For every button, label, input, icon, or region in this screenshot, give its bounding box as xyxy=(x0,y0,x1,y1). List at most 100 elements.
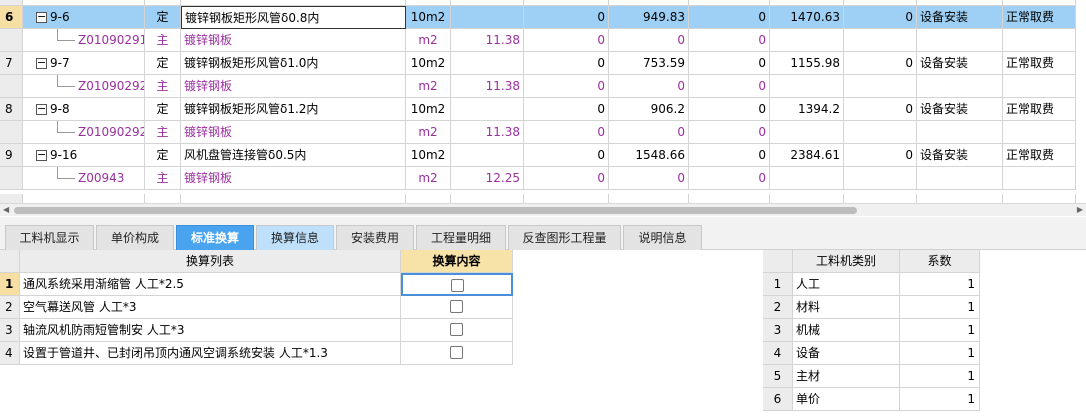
row-number[interactable]: 9 xyxy=(0,144,23,167)
row-number[interactable]: 8 xyxy=(0,98,23,121)
value-cell[interactable]: 0 xyxy=(524,6,609,29)
coefficient-row[interactable]: 1 人工 1 xyxy=(763,273,980,296)
row-number[interactable] xyxy=(0,75,23,98)
unit-price-cell[interactable]: 0 xyxy=(609,167,689,190)
total-price-cell[interactable] xyxy=(770,121,844,144)
scrollbar-thumb[interactable] xyxy=(14,207,857,214)
name-cell[interactable]: 风机盘管连接管δ0.5内 xyxy=(181,144,406,167)
fee-cell[interactable] xyxy=(1003,167,1076,190)
coefficient-row[interactable]: 2 材料 1 xyxy=(763,296,980,319)
code-cell[interactable]: −9-7 xyxy=(23,52,145,75)
quantity-cell[interactable]: 12.25 xyxy=(451,167,524,190)
coefficient-cell[interactable]: 1 xyxy=(900,365,980,388)
unit-price-cell[interactable]: 0 xyxy=(609,121,689,144)
quantity-cell[interactable] xyxy=(451,6,524,29)
value-cell[interactable]: 0 xyxy=(524,121,609,144)
unit-cell[interactable]: 10m2 xyxy=(406,144,451,167)
name-cell[interactable]: 镀锌钢板矩形风管δ0.8内 xyxy=(181,6,406,29)
name-cell[interactable]: 镀锌钢板 xyxy=(181,29,406,52)
type-cell[interactable]: 定 xyxy=(145,144,181,167)
total-price-cell[interactable]: 2384.61 xyxy=(770,144,844,167)
row-number[interactable] xyxy=(0,121,23,144)
code-cell[interactable]: Z010902920 xyxy=(23,75,145,98)
value-cell[interactable]: 0 xyxy=(844,144,917,167)
value-cell[interactable]: 0 xyxy=(524,29,609,52)
total-price-cell[interactable] xyxy=(770,167,844,190)
unit-price-cell[interactable]: 0 xyxy=(609,29,689,52)
collapse-icon[interactable]: − xyxy=(36,149,47,161)
quota-row[interactable]: 8−9-8 定镀锌钢板矩形风管δ1.2内 10m2 0 906.2 0 1394.2 0 设备安… xyxy=(0,98,1076,121)
unit-price-cell[interactable]: 1548.66 xyxy=(609,144,689,167)
conversion-row[interactable]: 1 通风系统采用渐缩管 人工*2.5 xyxy=(0,273,513,296)
total-price-cell[interactable]: 1470.63 xyxy=(770,6,844,29)
tab-conversion-info[interactable]: 换算信息 xyxy=(256,225,334,250)
conversion-checkbox[interactable] xyxy=(450,279,464,292)
conversion-content-cell[interactable] xyxy=(401,273,513,296)
unit-cell[interactable]: 10m2 xyxy=(406,6,451,29)
name-cell[interactable]: 镀锌钢板 xyxy=(181,75,406,98)
conversion-row[interactable]: 2 空气幕送风管 人工*3 xyxy=(0,296,513,319)
value-cell[interactable]: 0 xyxy=(524,75,609,98)
value-cell[interactable] xyxy=(844,121,917,144)
unit-cell[interactable]: m2 xyxy=(406,167,451,190)
quota-row[interactable]: 6−9-6 定镀锌钢板矩形风管δ0.8内 10m2 0 949.83 0 1470.63 0 设… xyxy=(0,6,1076,29)
name-cell[interactable]: 镀锌钢板矩形风管δ1.0内 xyxy=(181,52,406,75)
tab-quantity-detail[interactable]: 工程量明细 xyxy=(416,225,506,250)
type-cell[interactable]: 主 xyxy=(145,75,181,98)
quantity-cell[interactable]: 11.38 xyxy=(451,121,524,144)
coefficient-row[interactable]: 5 主材 1 xyxy=(763,365,980,388)
scroll-right-icon[interactable]: ▶ xyxy=(1077,205,1083,214)
fee-cell[interactable] xyxy=(1003,121,1076,144)
total-price-cell[interactable] xyxy=(770,75,844,98)
type-cell[interactable]: 主 xyxy=(145,121,181,144)
row-number[interactable]: 7 xyxy=(0,52,23,75)
value-cell[interactable]: 0 xyxy=(689,144,770,167)
category-cell[interactable] xyxy=(917,75,1003,98)
quantity-cell[interactable]: 11.38 xyxy=(451,29,524,52)
coefficient-row[interactable]: 3 机械 1 xyxy=(763,319,980,342)
total-price-cell[interactable] xyxy=(770,29,844,52)
row-number[interactable] xyxy=(0,29,23,52)
conversion-row[interactable]: 3 轴流风机防雨短管制安 人工*3 xyxy=(0,319,513,342)
quota-row[interactable]: 7−9-7 定镀锌钢板矩形风管δ1.0内 10m2 0 753.59 0 1155.98 0 设… xyxy=(0,52,1076,75)
total-price-cell[interactable]: 1155.98 xyxy=(770,52,844,75)
conversion-content-cell[interactable] xyxy=(401,342,513,365)
code-cell[interactable]: −9-6 xyxy=(23,6,145,29)
unit-cell[interactable]: 10m2 xyxy=(406,52,451,75)
value-cell[interactable]: 0 xyxy=(689,6,770,29)
unit-price-cell[interactable]: 949.83 xyxy=(609,6,689,29)
category-cell[interactable] xyxy=(917,29,1003,52)
coefficient-row[interactable]: 6 单价 1 xyxy=(763,388,980,411)
type-cell[interactable]: 定 xyxy=(145,52,181,75)
tab-standard-conversion[interactable]: 标准换算 xyxy=(176,225,254,250)
code-cell[interactable]: −9-16 xyxy=(23,144,145,167)
type-cell[interactable]: 主 xyxy=(145,167,181,190)
category-cell[interactable]: 设备安装 xyxy=(917,144,1003,167)
code-cell[interactable]: Z010902924 xyxy=(23,121,145,144)
total-price-cell[interactable]: 1394.2 xyxy=(770,98,844,121)
row-number[interactable]: 6 xyxy=(0,6,23,29)
unit-cell[interactable]: m2 xyxy=(406,121,451,144)
coefficient-row[interactable]: 4 设备 1 xyxy=(763,342,980,365)
value-cell[interactable]: 0 xyxy=(689,52,770,75)
tab-labor-material-display[interactable]: 工料机显示 xyxy=(5,225,94,250)
value-cell[interactable] xyxy=(844,75,917,98)
tab-reverse-graphic-quantity[interactable]: 反查图形工程量 xyxy=(508,225,621,250)
category-cell[interactable] xyxy=(917,167,1003,190)
quota-row[interactable]: 9−9-16 定风机盘管连接管δ0.5内 10m2 0 1548.66 0 2384.61 0… xyxy=(0,144,1076,167)
value-cell[interactable]: 0 xyxy=(844,98,917,121)
conversion-content-cell[interactable] xyxy=(401,319,513,342)
name-cell[interactable]: 镀锌钢板 xyxy=(181,121,406,144)
quantity-cell[interactable] xyxy=(451,144,524,167)
conversion-checkbox[interactable] xyxy=(450,346,463,359)
value-cell[interactable]: 0 xyxy=(524,167,609,190)
value-cell[interactable]: 0 xyxy=(689,98,770,121)
fee-cell[interactable]: 正常取费 xyxy=(1003,52,1076,75)
collapse-icon[interactable]: − xyxy=(36,57,47,69)
coefficient-cell[interactable]: 1 xyxy=(900,388,980,411)
value-cell[interactable]: 0 xyxy=(524,144,609,167)
code-cell[interactable]: Z010902917 xyxy=(23,29,145,52)
fee-cell[interactable]: 正常取费 xyxy=(1003,6,1076,29)
quota-grid[interactable]: 6−9-6 定镀锌钢板矩形风管δ0.8内 10m2 0 949.83 0 1470.63 0 设… xyxy=(0,0,1086,203)
name-cell[interactable]: 镀锌钢板 xyxy=(181,167,406,190)
